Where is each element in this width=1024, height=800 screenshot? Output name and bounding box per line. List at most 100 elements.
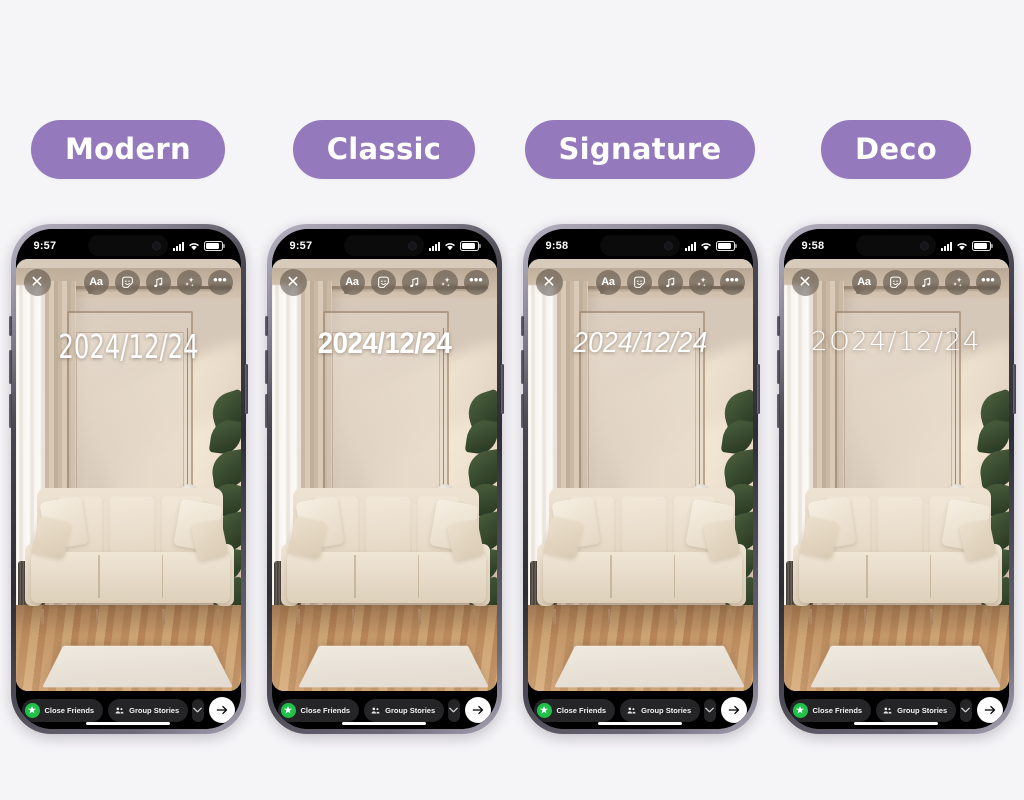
- phone-cell: 9:58: [771, 224, 1022, 734]
- more-options-icon[interactable]: •••: [975, 269, 1001, 295]
- close-icon[interactable]: ✕: [535, 268, 563, 296]
- text-tool-button[interactable]: Aa: [595, 269, 621, 295]
- chevron-down-icon[interactable]: [448, 698, 460, 722]
- volume-down-button[interactable]: [264, 394, 268, 428]
- sofa: [24, 479, 234, 625]
- throw-pillow: [446, 519, 485, 561]
- sticker-icon[interactable]: [626, 269, 652, 295]
- style-label-signature[interactable]: Signature: [524, 120, 756, 180]
- sparkles-icon[interactable]: [688, 269, 714, 295]
- date-sticker-classic[interactable]: 2024/12/24: [281, 327, 488, 361]
- chevron-down-icon[interactable]: [960, 698, 972, 722]
- sticker-icon[interactable]: [882, 269, 908, 295]
- style-label-deco[interactable]: Deco: [820, 120, 972, 180]
- chevron-down-icon[interactable]: [704, 698, 716, 722]
- front-camera-icon: [152, 241, 161, 250]
- close-friends-button[interactable]: ★ Close Friends: [21, 698, 104, 722]
- group-stories-button[interactable]: Group Stories: [620, 698, 701, 722]
- close-icon[interactable]: ✕: [23, 268, 51, 296]
- power-button[interactable]: [500, 364, 504, 414]
- page-root: Modern Classic Signature Deco 9:57 ✕ Aa …: [0, 0, 1024, 800]
- close-friends-button[interactable]: ★ Close Friends: [533, 698, 616, 722]
- more-options-label: •••: [725, 272, 739, 288]
- volume-up-button[interactable]: [776, 350, 780, 384]
- sparkles-icon[interactable]: [944, 269, 970, 295]
- volume-up-button[interactable]: [264, 350, 268, 384]
- sticker-icon[interactable]: [370, 269, 396, 295]
- style-label-modern[interactable]: Modern: [31, 120, 225, 180]
- arrow-right-icon[interactable]: [720, 697, 747, 723]
- throw-pillow: [958, 519, 997, 561]
- music-note-icon[interactable]: [913, 269, 939, 295]
- date-sticker-deco[interactable]: 2O24/12/24: [784, 327, 1009, 357]
- sticker-icon[interactable]: [114, 269, 140, 295]
- more-options-icon[interactable]: •••: [207, 269, 233, 295]
- close-icon[interactable]: ✕: [791, 268, 819, 296]
- close-icon[interactable]: ✕: [279, 268, 307, 296]
- power-button[interactable]: [244, 364, 248, 414]
- chevron-down-icon[interactable]: [192, 698, 204, 722]
- home-indicator[interactable]: [598, 721, 682, 725]
- close-friends-label: Close Friends: [44, 705, 95, 715]
- silent-switch[interactable]: [520, 316, 524, 336]
- arrow-right-icon[interactable]: [976, 697, 1003, 723]
- date-sticker-signature[interactable]: 2024/12/24: [539, 327, 742, 360]
- phone-mockup-signature: 9:58 ✕ Aa ••• 2024/12/24 ★ Close Friends…: [520, 224, 760, 734]
- more-options-label: •••: [981, 272, 995, 288]
- story-canvas[interactable]: ✕ Aa: [527, 259, 753, 691]
- home-indicator[interactable]: [342, 721, 426, 725]
- close-friends-button[interactable]: ★ Close Friends: [277, 698, 360, 722]
- story-canvas[interactable]: ✕ Aa: [15, 259, 241, 691]
- arrow-right-icon[interactable]: [464, 697, 491, 723]
- close-friends-label: Close Friends: [812, 705, 863, 715]
- people-group-icon: [883, 706, 892, 715]
- date-sticker-modern[interactable]: 2024/12/24: [36, 327, 221, 366]
- group-stories-button[interactable]: Group Stories: [364, 698, 445, 722]
- group-stories-label: Group Stories: [129, 705, 180, 715]
- more-options-icon[interactable]: •••: [463, 269, 489, 295]
- style-label-cell: Modern: [3, 120, 254, 180]
- story-canvas[interactable]: ✕ Aa: [783, 259, 1009, 691]
- style-label-classic[interactable]: Classic: [292, 120, 476, 180]
- volume-down-button[interactable]: [776, 394, 780, 428]
- dynamic-island: [856, 235, 936, 256]
- music-note-icon[interactable]: [145, 269, 171, 295]
- music-note-icon[interactable]: [401, 269, 427, 295]
- sparkles-icon[interactable]: [176, 269, 202, 295]
- text-tool-button[interactable]: Aa: [339, 269, 365, 295]
- group-stories-button[interactable]: Group Stories: [108, 698, 189, 722]
- silent-switch[interactable]: [8, 316, 12, 336]
- home-indicator[interactable]: [86, 721, 170, 725]
- text-tool-button[interactable]: Aa: [851, 269, 877, 295]
- story-canvas[interactable]: ✕ Aa: [271, 259, 497, 691]
- volume-down-button[interactable]: [8, 394, 12, 428]
- phone-screen: 9:58: [527, 229, 753, 729]
- phone-cell: 9:58: [515, 224, 766, 734]
- music-note-icon[interactable]: [657, 269, 683, 295]
- silent-switch[interactable]: [776, 316, 780, 336]
- green-star-icon: ★: [280, 702, 296, 718]
- phone-screen: 9:57 ✕ Aa ••• 2024/12/24 ★ Close Friends…: [271, 229, 497, 729]
- group-stories-button[interactable]: Group Stories: [876, 698, 957, 722]
- sofa: [536, 479, 746, 625]
- volume-up-button[interactable]: [520, 350, 524, 384]
- power-button[interactable]: [756, 364, 760, 414]
- sparkles-icon[interactable]: [432, 269, 458, 295]
- silent-switch[interactable]: [264, 316, 268, 336]
- area-rug: [554, 646, 744, 688]
- power-button[interactable]: [1012, 364, 1016, 414]
- more-options-icon[interactable]: •••: [719, 269, 745, 295]
- phone-mockup-classic: 9:57 ✕ Aa ••• 2024/12/24 ★ Close Friends…: [264, 224, 504, 734]
- volume-down-button[interactable]: [520, 394, 524, 428]
- home-indicator[interactable]: [854, 721, 938, 725]
- volume-up-button[interactable]: [8, 350, 12, 384]
- wifi-icon: [956, 242, 968, 251]
- style-label-cell: Deco: [771, 120, 1022, 180]
- arrow-right-icon[interactable]: [208, 697, 235, 723]
- close-friends-button[interactable]: ★ Close Friends: [789, 698, 872, 722]
- close-friends-label: Close Friends: [300, 705, 351, 715]
- style-label-cell: Classic: [259, 120, 510, 180]
- phone-bezel: 9:57 ✕ Aa ••• 2024/12/24 ★ Close Friends…: [271, 229, 497, 729]
- cellular-signal-icon: [684, 241, 696, 251]
- text-tool-button[interactable]: Aa: [83, 269, 109, 295]
